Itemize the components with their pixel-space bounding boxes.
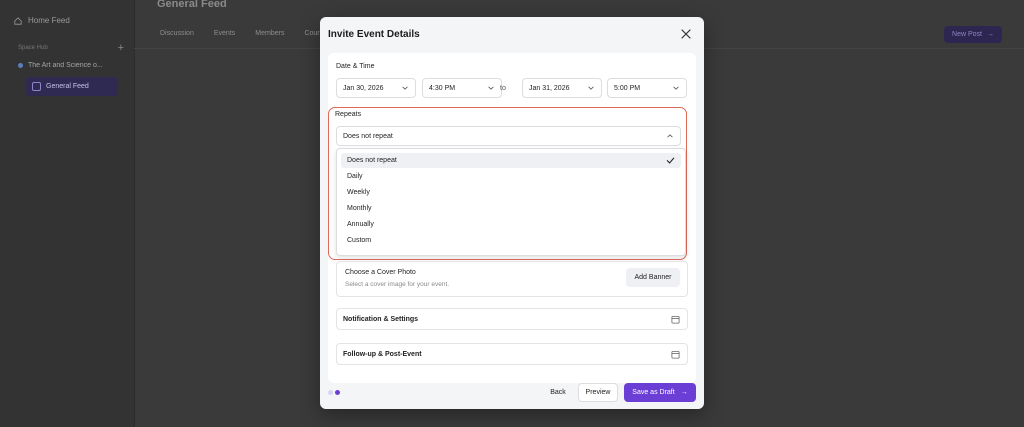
end-time-value: 5:00 PM — [614, 84, 641, 92]
followup-post-event-section[interactable]: Follow-up & Post-Event — [336, 343, 688, 365]
chevron-down-icon — [402, 86, 408, 90]
invite-event-modal: Invite Event Details Date & Time Jan 30,… — [320, 17, 704, 409]
sidebar-section-label: Space Hub — [18, 45, 48, 51]
cover-photo-title: Choose a Cover Photo — [345, 269, 416, 276]
sidebar: Home Feed Space Hub + The Art and Scienc… — [0, 0, 135, 427]
start-date-select[interactable]: Jan 30, 2026 — [336, 78, 416, 98]
new-post-label: New Post — [952, 31, 982, 38]
page-title: General Feed — [157, 0, 227, 10]
repeats-option-annually[interactable]: Annually — [341, 217, 681, 232]
option-label: Does not repeat — [347, 157, 397, 164]
notification-settings-section[interactable]: Notification & Settings — [336, 308, 688, 330]
save-as-draft-button[interactable]: Save as Draft → — [624, 383, 696, 402]
step-dot-inactive — [328, 390, 333, 395]
new-post-button[interactable]: New Post → — [944, 26, 1002, 43]
end-date-select[interactable]: Jan 31, 2026 — [522, 78, 602, 98]
cover-photo-subtitle: Select a cover image for your event. — [345, 281, 450, 288]
repeats-option-does-not-repeat[interactable]: Does not repeat — [341, 153, 681, 168]
option-label: Daily — [347, 173, 363, 180]
sidebar-item-home[interactable]: Home Feed — [14, 16, 70, 25]
arrow-right-icon: → — [986, 31, 994, 38]
sidebar-section: Space Hub + — [18, 42, 124, 54]
close-icon — [681, 29, 691, 39]
end-date-value: Jan 31, 2026 — [529, 84, 570, 92]
modal-title: Invite Event Details — [328, 29, 420, 40]
repeats-selected-value: Does not repeat — [343, 132, 393, 140]
step-dot-active — [335, 390, 340, 395]
followup-label: Follow-up & Post-Event — [343, 350, 422, 358]
tab-members[interactable]: Members — [255, 30, 284, 37]
start-time-value: 4:30 PM — [429, 84, 456, 92]
repeats-option-weekly[interactable]: Weekly — [341, 185, 681, 200]
arrow-right-icon: → — [680, 389, 688, 396]
sidebar-active-label: General Feed — [46, 83, 89, 90]
cover-photo-section: Choose a Cover Photo Select a cover imag… — [336, 261, 688, 297]
tab-courses[interactable]: Cour — [304, 30, 319, 37]
repeats-select[interactable]: Does not repeat — [336, 126, 681, 146]
main-tabs: Discussion Events Members Cour — [160, 30, 320, 37]
date-time-label: Date & Time — [336, 63, 375, 70]
step-indicator — [328, 390, 340, 395]
sidebar-item-general-feed[interactable]: General Feed — [26, 77, 118, 96]
start-time-select[interactable]: 4:30 PM — [422, 78, 502, 98]
option-label: Annually — [347, 221, 374, 228]
tab-discussion[interactable]: Discussion — [160, 30, 194, 37]
option-label: Monthly — [347, 205, 372, 212]
feed-icon — [32, 82, 41, 91]
sidebar-item-course[interactable]: The Art and Science o... — [18, 62, 124, 69]
start-date-value: Jan 30, 2026 — [343, 84, 384, 92]
repeats-option-monthly[interactable]: Monthly — [341, 201, 681, 216]
repeats-label: Repeats — [335, 111, 362, 118]
preview-button[interactable]: Preview — [578, 383, 618, 402]
option-label: Weekly — [347, 189, 370, 196]
notification-settings-label: Notification & Settings — [343, 315, 419, 323]
check-icon — [666, 157, 675, 164]
chevron-down-icon — [488, 86, 494, 90]
repeats-option-daily[interactable]: Daily — [341, 169, 681, 184]
sidebar-course-label: The Art and Science o... — [28, 62, 103, 69]
option-label: Custom — [347, 237, 372, 244]
close-button[interactable] — [680, 28, 692, 40]
back-button[interactable]: Back — [542, 383, 574, 402]
repeats-option-custom[interactable]: Custom — [341, 233, 681, 248]
sidebar-home-label: Home Feed — [28, 16, 70, 25]
calendar-icon — [671, 315, 680, 324]
add-banner-button[interactable]: Add Banner — [626, 268, 680, 287]
tab-events[interactable]: Events — [214, 30, 235, 37]
home-icon — [14, 16, 22, 25]
chevron-up-icon — [667, 134, 673, 138]
end-time-select[interactable]: 5:00 PM — [607, 78, 687, 98]
calendar-icon — [671, 350, 680, 359]
chevron-down-icon — [588, 86, 594, 90]
repeats-dropdown: Does not repeat Daily Weekly Monthly Ann… — [336, 148, 686, 256]
date-range-separator: to — [500, 85, 506, 92]
save-as-draft-label: Save as Draft — [632, 389, 675, 396]
chevron-down-icon — [673, 86, 679, 90]
course-dot-icon — [18, 63, 23, 68]
plus-icon[interactable]: + — [118, 42, 124, 54]
